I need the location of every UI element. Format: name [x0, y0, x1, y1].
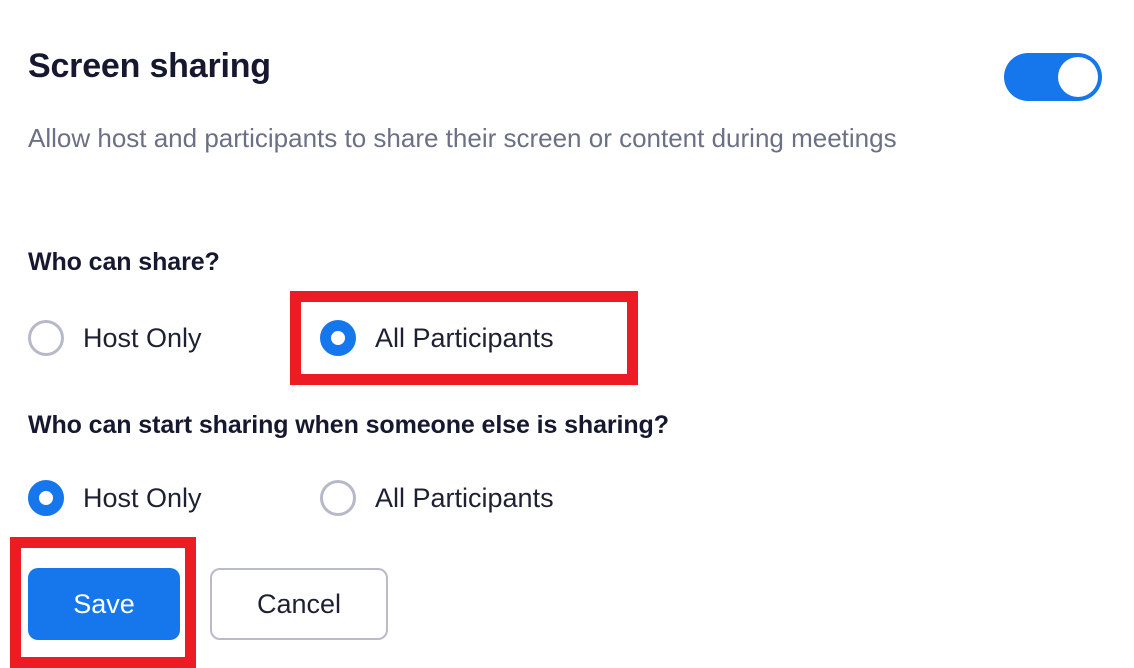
setting-description: Allow host and participants to share the… [28, 123, 897, 153]
save-button[interactable]: Save [28, 568, 180, 640]
who-can-share-heading: Who can share? [28, 248, 220, 276]
cancel-button[interactable]: Cancel [210, 568, 388, 640]
radio-label: All Participants [375, 323, 554, 353]
radio-label: All Participants [375, 483, 554, 513]
toggle-knob [1058, 57, 1098, 97]
who-can-start-sharing-heading: Who can start sharing when someone else … [28, 411, 669, 439]
radio-label: Host Only [83, 323, 202, 353]
radio-label: Host Only [83, 483, 202, 513]
screen-sharing-settings-panel: Screen sharing Allow host and participan… [0, 0, 1134, 668]
radio-option-all-participants-start-sharing[interactable]: All Participants [320, 476, 554, 520]
radio-unselected-icon [320, 480, 356, 516]
radio-unselected-icon [28, 320, 64, 356]
page-title: Screen sharing [28, 47, 271, 85]
setting-header: Screen sharing [28, 44, 1118, 104]
radio-selected-icon [320, 320, 356, 356]
radio-option-all-participants-share[interactable]: All Participants [320, 316, 554, 360]
radio-selected-icon [28, 480, 64, 516]
screen-sharing-toggle[interactable] [1004, 53, 1102, 101]
radio-option-host-only-share[interactable]: Host Only [28, 316, 202, 360]
radio-option-host-only-start-sharing[interactable]: Host Only [28, 476, 202, 520]
